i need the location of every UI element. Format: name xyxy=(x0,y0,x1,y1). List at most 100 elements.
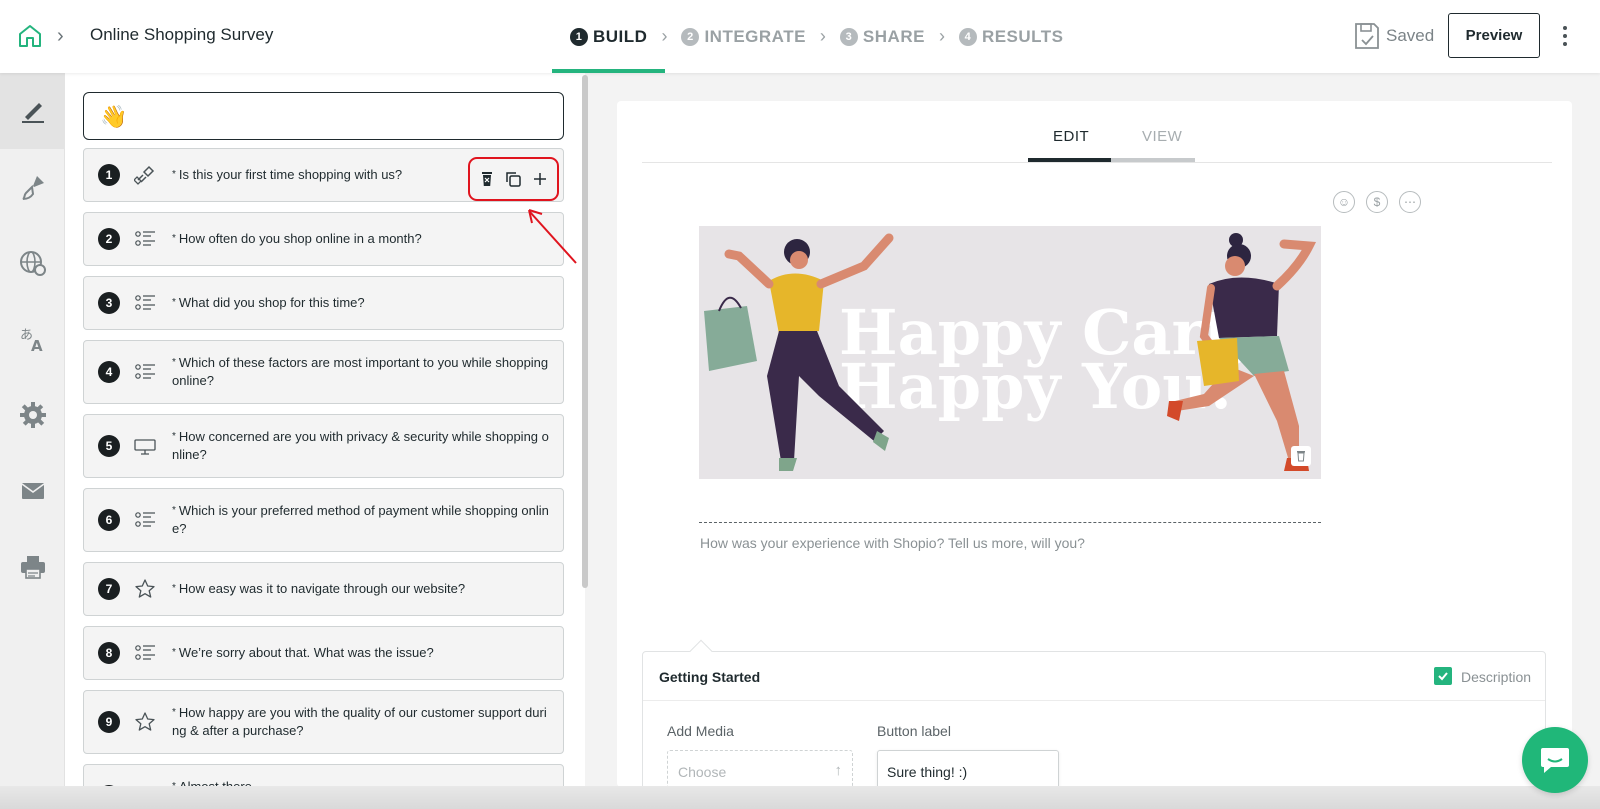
paint-brush-icon xyxy=(21,176,44,200)
question-text: * How easy was it to navigate through our… xyxy=(172,581,466,596)
field-tools: ☺ $ ⋯ xyxy=(1333,191,1421,213)
printer-icon xyxy=(20,556,45,579)
waving-hand-emoji: 👋 xyxy=(100,104,128,129)
question-actions-highlight xyxy=(468,157,559,201)
saved-status: Saved xyxy=(1386,26,1435,45)
star-rating-icon xyxy=(135,712,155,731)
rail-email[interactable] xyxy=(0,453,65,529)
top-bar: › Online Shopping Survey 1 BUILD › 2 INTEG… xyxy=(0,0,1600,73)
question-number: 4 xyxy=(98,361,120,383)
happy-cart-illustration: Happy Cart, Happy You! xyxy=(699,226,1321,479)
settings-notch xyxy=(689,639,713,663)
rail-print[interactable] xyxy=(0,529,65,605)
question-number: 7 xyxy=(98,578,120,600)
gear-icon xyxy=(19,402,46,428)
button-label-input[interactable]: Sure thing! :) xyxy=(877,750,1059,787)
home-icon[interactable] xyxy=(17,23,43,49)
add-media-label: Add Media xyxy=(667,723,734,739)
tab-edit-indicator xyxy=(1028,158,1111,162)
step-build[interactable]: 1 BUILD xyxy=(551,0,667,73)
question-number: 3 xyxy=(98,292,120,314)
welcome-screen-card[interactable]: 👋 xyxy=(83,92,564,140)
rail-design[interactable] xyxy=(0,149,65,225)
step-integrate[interactable]: 2 INTEGRATE xyxy=(681,0,805,73)
star-rating-icon xyxy=(135,579,155,598)
welcome-description[interactable]: How was your experience with Shopio? Tel… xyxy=(700,535,1085,551)
annotation-arrow xyxy=(528,209,577,264)
question-text: * How concerned are you with privacy & se… xyxy=(172,429,549,462)
svg-text:A: A xyxy=(31,337,43,353)
question-card-4[interactable]: 4 * Which of these factors are most impor… xyxy=(83,340,564,404)
question-card-2[interactable]: 2 * How often do you shop online in a mon… xyxy=(83,212,564,266)
settings-card: Getting Started Description Add Media Ch… xyxy=(642,639,1546,787)
question-text: * How happy are you with the quality of o… xyxy=(172,705,547,738)
currency-icon[interactable]: $ xyxy=(1366,191,1388,213)
question-card-5[interactable]: 5 * How concerned are you with privacy & … xyxy=(83,414,564,478)
question-text: * Which of these factors are most importa… xyxy=(172,355,549,388)
more-horizontal-icon[interactable]: ⋯ xyxy=(1399,191,1421,213)
question-text: * We’re sorry about that. What was the is… xyxy=(172,645,434,660)
multiple-choice-icon xyxy=(135,295,155,310)
add-media-input[interactable]: Choose ↑ xyxy=(667,750,853,787)
step-results[interactable]: 4 RESULTS xyxy=(958,0,1064,73)
banner-image[interactable]: Happy Cart, Happy You! xyxy=(699,226,1321,479)
divider xyxy=(643,700,1545,701)
rail-settings[interactable] xyxy=(0,377,65,453)
scale-icon xyxy=(134,439,156,455)
question-card-9[interactable]: 9 * How happy are you with the quality of… xyxy=(83,690,564,754)
chevron-right-icon: › xyxy=(938,26,945,46)
description-checkbox[interactable] xyxy=(1434,667,1452,685)
multiple-choice-icon xyxy=(135,231,155,246)
button-label-value: Sure thing! :) xyxy=(887,764,968,780)
question-card-6[interactable]: 6 * Which is your preferred method of pay… xyxy=(83,488,564,552)
envelope-icon xyxy=(21,483,44,499)
chat-support-button[interactable] xyxy=(1522,727,1588,793)
question-text: * Is this your first time shopping with u… xyxy=(172,167,403,182)
step-share[interactable]: 3 SHARE xyxy=(839,0,925,73)
title-input-underline xyxy=(699,522,1321,523)
add-icon[interactable] xyxy=(531,170,549,188)
edit-pen-icon xyxy=(21,103,44,123)
preview-button[interactable]: Preview xyxy=(1448,13,1540,58)
settings-title: Getting Started xyxy=(659,669,761,685)
description-label: Description xyxy=(1461,669,1532,685)
chevron-right-icon: › xyxy=(819,26,826,46)
duplicate-icon[interactable] xyxy=(504,170,522,188)
question-list-scrollbar[interactable] xyxy=(582,75,588,588)
question-text: * What did you shop for this time? xyxy=(172,295,365,310)
remove-image-icon[interactable] xyxy=(1291,446,1311,466)
tab-view-indicator xyxy=(1111,158,1195,162)
question-card-8[interactable]: 8 * We’re sorry about that. What was the … xyxy=(83,626,564,680)
chat-icon xyxy=(1541,748,1569,773)
question-card-3[interactable]: 3 * What did you shop for this time? xyxy=(83,276,564,330)
yes-no-icon xyxy=(134,165,155,185)
bottom-edge xyxy=(0,786,1600,809)
delete-icon[interactable] xyxy=(478,170,496,188)
editor-tabs: EDIT VIEW xyxy=(642,101,1552,163)
chevron-right-icon: › xyxy=(661,26,668,46)
rail-translate[interactable]: あA xyxy=(0,301,65,377)
breadcrumb-chevron-icon: › xyxy=(57,25,64,47)
rail-languages-web[interactable] xyxy=(0,225,65,301)
question-card-7[interactable]: 7 * How easy was it to navigate through o… xyxy=(83,562,564,616)
rail-build[interactable] xyxy=(0,73,65,149)
globe-icon xyxy=(19,251,46,276)
survey-title[interactable]: Online Shopping Survey xyxy=(90,25,273,45)
question-text: * How often do you shop online in a month… xyxy=(172,231,422,246)
tab-view[interactable]: VIEW xyxy=(1142,128,1182,145)
tab-edit[interactable]: EDIT xyxy=(1053,128,1089,145)
upload-arrow-icon: ↑ xyxy=(834,762,843,779)
media-placeholder: Choose xyxy=(678,764,727,780)
question-number: 2 xyxy=(98,228,120,250)
multiple-choice-icon xyxy=(135,364,155,379)
question-number: 6 xyxy=(98,509,120,531)
question-number: 8 xyxy=(98,642,120,664)
editor-panel: EDIT VIEW ☺ $ ⋯ Happy Cart, Happy You! H… xyxy=(617,101,1572,787)
more-options-icon[interactable] xyxy=(1562,26,1568,46)
translate-icon: あA xyxy=(20,328,43,353)
question-number: 5 xyxy=(98,435,120,457)
emoji-icon[interactable]: ☺ xyxy=(1333,191,1355,213)
step-nav: 1 BUILD › 2 INTEGRATE › 3 SHARE › 4 RESULTS xyxy=(551,0,1064,73)
question-number: 9 xyxy=(98,711,120,733)
saved-icon xyxy=(1355,23,1379,49)
